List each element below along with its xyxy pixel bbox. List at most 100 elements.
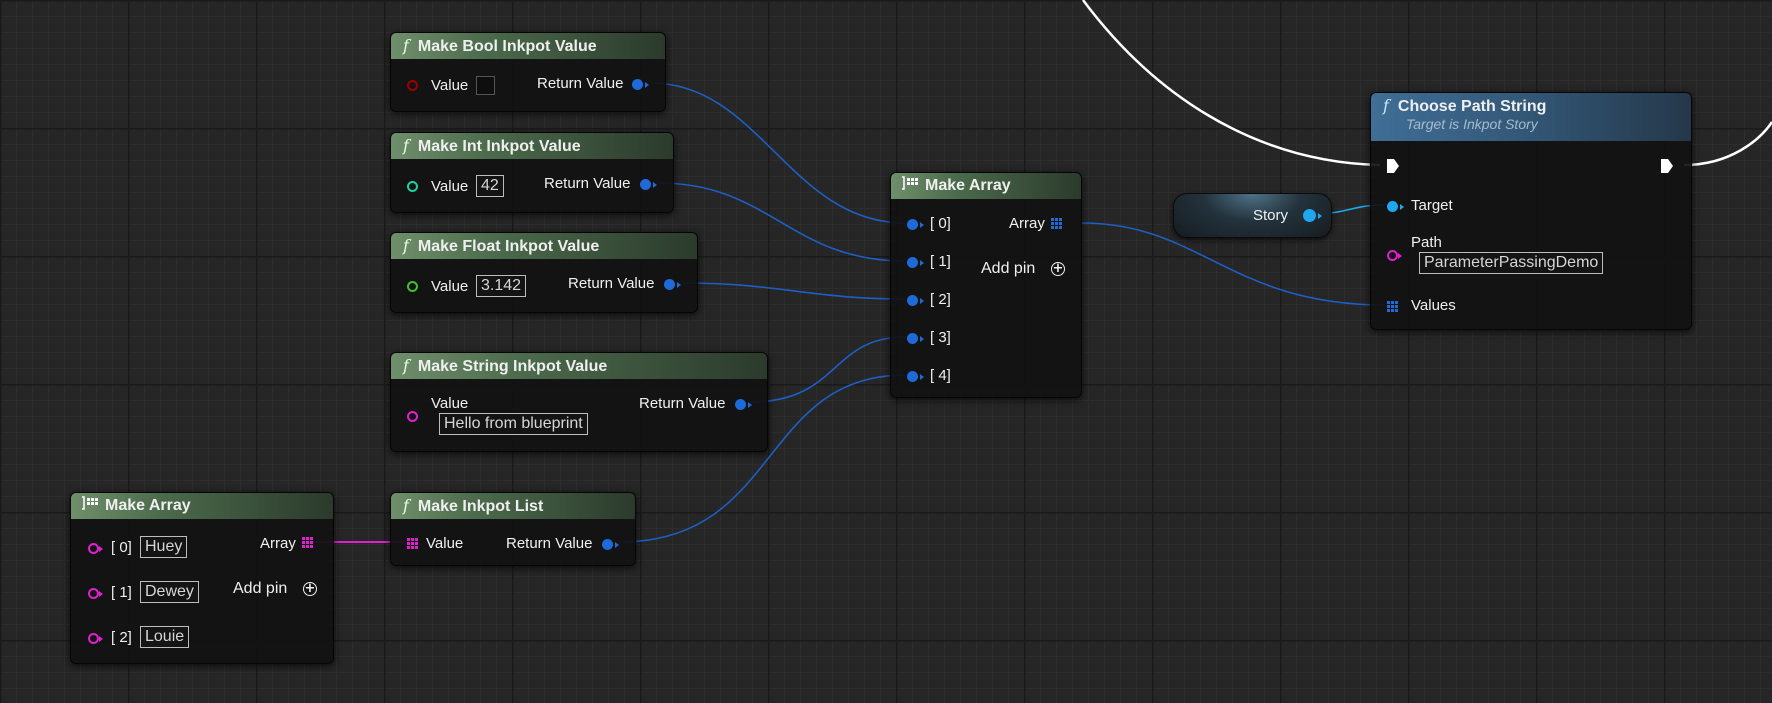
array-index-label: [ 2] — [930, 291, 951, 308]
function-icon: f — [403, 36, 409, 55]
int-value-pin[interactable] — [407, 181, 418, 192]
node-title: Make Bool Inkpot Value — [417, 38, 597, 55]
make-float-inkpot-value-node[interactable]: f Make Float Inkpot Value Value 3.142 Ret… — [390, 232, 698, 313]
wire-float-to-array2 — [682, 282, 906, 300]
return-value-label: Return Value — [568, 275, 655, 292]
array-element-input-0[interactable]: Huey — [140, 536, 188, 558]
return-value-label: Return Value — [537, 75, 624, 92]
make-array-icon — [902, 176, 918, 190]
value-label: Value — [431, 178, 469, 195]
array-index-label: [ 1] — [111, 584, 132, 601]
array-element-pin-3[interactable] — [907, 333, 924, 344]
node-title: Make Array — [925, 177, 1011, 194]
string-value-pin[interactable] — [407, 411, 418, 422]
node-header[interactable]: Make Array — [891, 173, 1081, 199]
exec-wire-in — [1081, 0, 1381, 167]
add-pin-label[interactable]: Add pin — [233, 580, 287, 598]
function-icon: f — [403, 356, 409, 375]
float-value-input[interactable]: 3.142 — [476, 275, 527, 297]
wire-string-to-array3 — [749, 336, 906, 403]
exec-wire-out — [1683, 121, 1772, 167]
array-output-pin[interactable] — [1051, 218, 1062, 229]
array-element-pin-1[interactable] — [88, 588, 103, 599]
int-value-input[interactable]: 42 — [476, 175, 504, 197]
return-value-pin[interactable] — [602, 539, 619, 550]
array-element-pin-4[interactable] — [907, 371, 924, 382]
bool-checkbox[interactable] — [476, 76, 495, 95]
return-value-pin[interactable] — [664, 279, 681, 290]
array-index-label: [ 0] — [111, 539, 132, 556]
function-icon: f — [1383, 96, 1389, 115]
function-icon: f — [403, 496, 409, 515]
array-index-label: [ 4] — [930, 367, 951, 384]
make-array-icon — [82, 496, 98, 510]
target-label: Target — [1411, 197, 1453, 214]
array-index-label: [ 0] — [930, 215, 951, 232]
array-output-pin[interactable] — [302, 537, 313, 548]
function-icon: f — [403, 236, 409, 255]
return-value-pin[interactable] — [640, 179, 657, 190]
values-pin[interactable] — [1387, 301, 1398, 312]
add-pin-icon[interactable]: + — [303, 582, 317, 596]
array-output-label: Array — [1009, 215, 1045, 232]
choose-path-string-node[interactable]: f Choose Path String Target is Inkpot Sto… — [1370, 92, 1692, 330]
node-header[interactable]: f Make Int Inkpot Value — [391, 133, 673, 159]
node-title: Make Int Inkpot Value — [417, 138, 581, 155]
exec-output-pin[interactable] — [1661, 159, 1673, 173]
node-title: Choose Path String — [1397, 98, 1547, 115]
values-label: Values — [1411, 297, 1456, 314]
return-value-pin[interactable] — [735, 399, 752, 410]
target-pin[interactable] — [1387, 201, 1404, 212]
node-title: Make Array — [105, 497, 191, 514]
array-output-label: Array — [260, 535, 296, 552]
return-value-label: Return Value — [506, 535, 593, 552]
add-pin-icon[interactable]: + — [1051, 262, 1065, 276]
make-inkpot-list-node[interactable]: f Make Inkpot List Value Return Value — [390, 492, 636, 566]
path-pin[interactable] — [1387, 250, 1402, 261]
return-value-label: Return Value — [639, 395, 726, 412]
node-header[interactable]: Make Array — [71, 493, 333, 519]
node-header[interactable]: f Make String Inkpot Value — [391, 353, 767, 379]
array-pin-icon[interactable] — [407, 538, 418, 549]
node-title: Make Inkpot List — [417, 498, 544, 515]
make-array-values-node[interactable]: Make Array [ 0] [ 1] [ 2] [ 3] [ 4] Arra… — [890, 172, 1082, 398]
value-label: Value — [426, 535, 464, 552]
story-output-pin[interactable] — [1303, 209, 1322, 222]
make-bool-inkpot-value-node[interactable]: f Make Bool Inkpot Value Value Return Val… — [390, 32, 666, 112]
array-index-label: [ 2] — [111, 629, 132, 646]
make-string-inkpot-value-node[interactable]: f Make String Inkpot Value Value Hello fr… — [390, 352, 768, 452]
node-header[interactable]: f Make Bool Inkpot Value — [391, 33, 665, 59]
add-pin-label[interactable]: Add pin — [981, 260, 1035, 278]
node-header[interactable]: f Choose Path String Target is Inkpot Sto… — [1371, 93, 1691, 141]
exec-input-pin[interactable] — [1387, 159, 1399, 173]
array-element-pin-0[interactable] — [88, 543, 103, 554]
array-element-pin-2[interactable] — [907, 295, 924, 306]
story-variable-node[interactable]: Story — [1173, 193, 1332, 238]
node-subtitle: Target is Inkpot Story — [1406, 116, 1538, 132]
value-label: Value — [431, 278, 469, 295]
node-title: Make Float Inkpot Value — [417, 238, 600, 255]
node-header[interactable]: f Make Float Inkpot Value — [391, 233, 697, 259]
array-element-pin-0[interactable] — [907, 219, 924, 230]
array-element-pin-1[interactable] — [907, 257, 924, 268]
node-title: Make String Inkpot Value — [417, 358, 608, 375]
story-label: Story — [1253, 207, 1289, 224]
array-element-input-2[interactable]: Louie — [140, 626, 190, 648]
make-array-names-node[interactable]: Make Array [ 0] Huey [ 1] Dewey [ 2] Lou… — [70, 492, 334, 664]
bool-value-pin[interactable] — [407, 80, 418, 91]
return-value-label: Return Value — [544, 175, 631, 192]
array-index-label: [ 3] — [930, 329, 951, 346]
return-value-pin[interactable] — [632, 79, 649, 90]
wire-bool-to-array0 — [650, 82, 906, 224]
float-value-pin[interactable] — [407, 281, 418, 292]
node-header[interactable]: f Make Inkpot List — [391, 493, 635, 519]
path-label: Path — [1411, 234, 1442, 251]
function-icon: f — [403, 136, 409, 155]
string-value-input[interactable]: Hello from blueprint — [439, 413, 588, 435]
path-input[interactable]: ParameterPassingDemo — [1419, 252, 1604, 274]
value-label: Value — [431, 77, 469, 94]
array-element-pin-2[interactable] — [88, 633, 103, 644]
array-element-input-1[interactable]: Dewey — [140, 581, 199, 603]
make-int-inkpot-value-node[interactable]: f Make Int Inkpot Value Value 42 Return V… — [390, 132, 674, 213]
array-index-label: [ 1] — [930, 253, 951, 270]
